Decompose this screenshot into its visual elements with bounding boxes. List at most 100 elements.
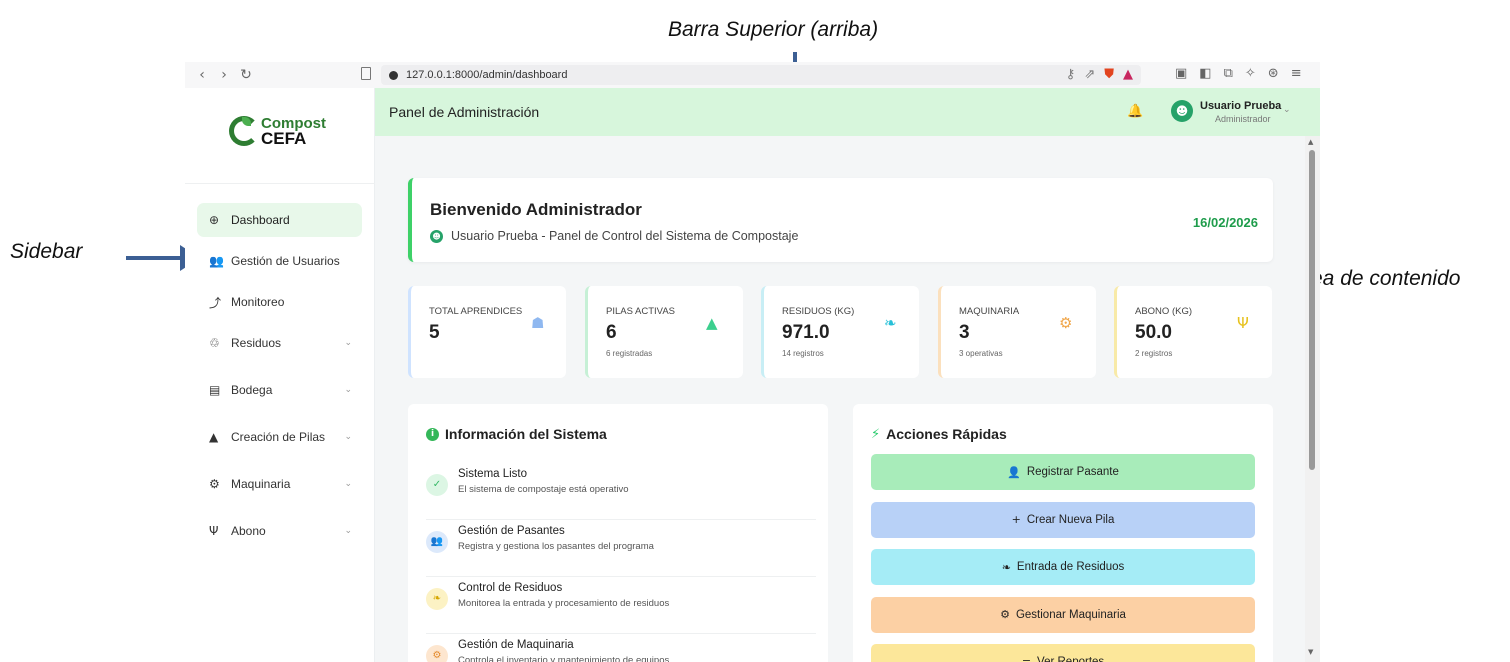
sidebar-item-label: Monitoreo: [231, 295, 285, 309]
sidebar-toggle-icon[interactable]: ◧: [1199, 66, 1211, 81]
tabs-icon[interactable]: ⧉: [1224, 66, 1233, 81]
reader-icon[interactable]: ▣: [1175, 66, 1187, 81]
user-name[interactable]: Usuario Prueba: [1200, 100, 1281, 112]
user-plus-icon: 👤: [1007, 465, 1021, 479]
action-button-label: Crear Nueva Pila: [1026, 513, 1115, 526]
sidebar-item-bodega[interactable]: ▤ Bodega ⌄: [197, 373, 362, 407]
extensions-icon[interactable]: ✧: [1245, 66, 1256, 81]
logo-text-line2: CEFA: [261, 129, 307, 148]
stat-label: PILAS ACTIVAS: [606, 306, 675, 317]
leaf-icon: ❧: [884, 314, 897, 332]
chevron-down-icon[interactable]: ⌄: [1283, 105, 1291, 115]
chevron-down-icon[interactable]: ⌄: [344, 432, 352, 442]
check-icon: ✓: [426, 474, 448, 496]
registrar-pasante-button[interactable]: 👤 Registrar Pasante: [871, 454, 1255, 490]
chart-line-icon: ⤴: [209, 295, 222, 310]
chevron-down-icon[interactable]: ⌄: [344, 338, 352, 348]
sidebar-menu: ⊕ Dashboard 👥 Gestión de Usuarios ⤴ Monitoreo…: [197, 203, 362, 561]
stat-value: 6: [606, 322, 617, 343]
system-info-title-row: i Información del Sistema: [426, 426, 607, 442]
key-icon[interactable]: ⚷: [1066, 67, 1076, 82]
address-bar[interactable]: 127.0.0.1:8000/admin/dashboard ⚷ ⇗ ⛊ ▲: [381, 65, 1141, 85]
sidebar-item-residuos[interactable]: ♲ Residuos ⌄: [197, 326, 362, 360]
recycle-icon: ♲: [209, 336, 220, 350]
leaf-icon: ❧: [1001, 560, 1011, 574]
chevron-down-icon[interactable]: ⌄: [344, 526, 352, 536]
notification-bell-icon[interactable]: 🔔: [1127, 104, 1143, 119]
logo[interactable]: Compost CEFA: [229, 116, 326, 148]
stat-value: 5: [429, 322, 440, 343]
stat-note: 3 operativas: [959, 349, 1003, 358]
cogs-icon: ⚙: [209, 477, 220, 491]
page-title: Panel de Administración: [389, 104, 540, 120]
sidebar-item-gestion-de-usuarios[interactable]: 👥 Gestión de Usuarios: [197, 244, 362, 278]
brave-shield-icon[interactable]: ⛊: [1104, 67, 1114, 82]
chevron-down-icon[interactable]: ⌄: [344, 385, 352, 395]
browser-tool-icons: ▣ ◧ ⧉ ✧ ⊛ ≡: [1175, 66, 1302, 81]
info-item-description: Monitorea la entrada y procesamiento de …: [458, 598, 670, 609]
globe-icon: ⊕: [209, 213, 220, 227]
action-button-label: Registrar Pasante: [1026, 466, 1119, 478]
stat-label: RESIDUOS (KG): [782, 306, 855, 317]
leaf-icon: ❧: [426, 588, 448, 610]
mountain-icon: ▲: [209, 430, 219, 444]
sidebar-item-dashboard[interactable]: ⊕ Dashboard: [197, 203, 362, 237]
info-list-item: ✓ Sistema Listo El sistema de compostaje e…: [426, 464, 816, 520]
sidebar-item-monitoreo[interactable]: ⤴ Monitoreo: [197, 285, 362, 319]
stat-value: 971.0: [782, 322, 830, 343]
stat-value: 50.0: [1135, 322, 1172, 343]
brave-rewards-icon[interactable]: ▲: [1123, 67, 1133, 82]
top-bar: Panel de Administración 🔔 ☻ Usuario Prue…: [375, 88, 1320, 136]
plus-icon: +: [1011, 513, 1021, 526]
reload-icon[interactable]: ↻: [235, 67, 257, 83]
stat-note: 14 registros: [782, 349, 824, 358]
stat-card: PILAS ACTIVAS 6 6 registradas ▲: [585, 286, 743, 378]
welcome-card: Bienvenido Administrador ☻ Usuario Prueb…: [408, 178, 1273, 262]
sidebar-divider: [185, 183, 375, 184]
sidebar-item-label: Bodega: [231, 383, 273, 397]
action-button-label: Ver Reportes: [1037, 656, 1105, 662]
info-item-title: Control de Residuos: [458, 582, 563, 594]
bolt-icon: ⚡: [871, 426, 881, 442]
welcome-subtitle: Usuario Prueba - Panel de Control del Si…: [451, 229, 799, 243]
welcome-subtitle-row: ☻ Usuario Prueba - Panel de Control del …: [430, 229, 798, 243]
sidebar-item-label: Residuos: [231, 336, 282, 350]
stat-card: ABONO (KG) 50.0 2 registros Ψ: [1114, 286, 1272, 378]
list-icon: ≡: [1021, 655, 1032, 662]
entrada-de-residuos-button[interactable]: ❧ Entrada de Residuos: [871, 549, 1255, 585]
stat-card: MAQUINARIA 3 3 operativas ⚙: [938, 286, 1096, 378]
sidebar-item-creacion-de-pilas[interactable]: ▲ Creación de Pilas ⌄: [197, 420, 362, 454]
bookmark-icon[interactable]: [361, 67, 371, 80]
stat-card: TOTAL APRENDICES 5 ☗: [408, 286, 566, 378]
welcome-title: Bienvenido Administrador: [430, 200, 642, 219]
scroll-up-arrow-icon[interactable]: ▲: [1308, 138, 1313, 146]
scrollbar-thumb[interactable]: [1309, 150, 1315, 470]
stat-label: TOTAL APRENDICES: [429, 306, 523, 317]
seedling-icon: Ψ: [209, 524, 219, 538]
sidebar-item-label: Abono: [231, 524, 266, 538]
browser-window: ‹ › ↻ 127.0.0.1:8000/admin/dashboard ⚷ ⇗…: [185, 62, 1320, 662]
vpn-icon[interactable]: ⊛: [1268, 66, 1279, 81]
share-icon[interactable]: ⇗: [1084, 67, 1095, 82]
stat-card: RESIDUOS (KG) 971.0 14 registros ❧: [761, 286, 919, 378]
gestionar-maquinaria-button[interactable]: ⚙ Gestionar Maquinaria: [871, 596, 1255, 633]
warehouse-icon: ▤: [209, 383, 221, 397]
sidebar-item-label: Gestión de Usuarios: [231, 254, 340, 268]
content-scrollbar[interactable]: ▲ ▼: [1305, 136, 1320, 662]
stat-label: ABONO (KG): [1135, 306, 1193, 317]
back-icon[interactable]: ‹: [191, 67, 213, 83]
sidebar-item-abono[interactable]: Ψ Abono ⌄: [197, 514, 362, 548]
stat-value: 3: [959, 322, 970, 343]
site-info-icon[interactable]: [389, 70, 398, 80]
crear-nueva-pila-button[interactable]: + Crear Nueva Pila: [871, 501, 1255, 538]
user-avatar-icon[interactable]: ☻: [1171, 100, 1193, 122]
sidebar-item-maquinaria[interactable]: ⚙ Maquinaria ⌄: [197, 467, 362, 501]
forward-icon[interactable]: ›: [213, 67, 235, 83]
info-list-item: ❧ Control de Residuos Monitorea la entrada…: [426, 578, 816, 634]
ver-reportes-button[interactable]: ≡ Ver Reportes: [871, 644, 1255, 662]
annotation-sidebar: Sidebar: [10, 240, 83, 263]
scroll-down-arrow-icon[interactable]: ▼: [1308, 648, 1313, 656]
info-item-title: Sistema Listo: [458, 468, 528, 480]
menu-icon[interactable]: ≡: [1291, 66, 1302, 81]
chevron-down-icon[interactable]: ⌄: [344, 479, 352, 489]
